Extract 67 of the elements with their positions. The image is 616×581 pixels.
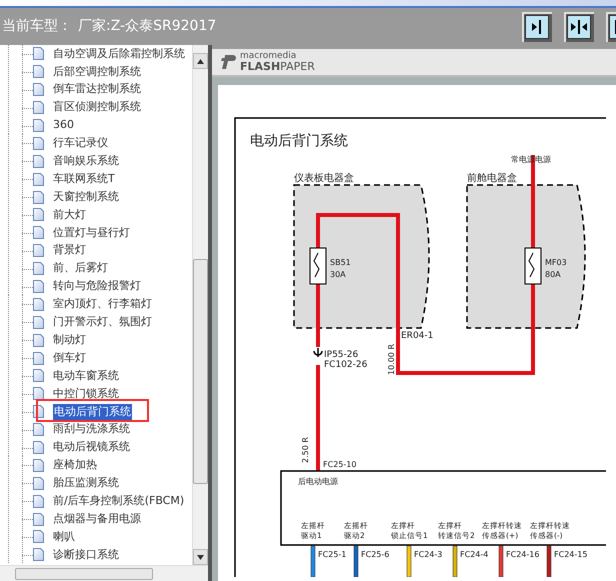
tree-item[interactable]: 雨刮与洗涤系统 <box>53 421 130 438</box>
up-arrow-icon[interactable] <box>197 58 204 64</box>
tree-item[interactable]: 诊断接口系统 <box>53 546 119 564</box>
tree-item[interactable]: 位置灯与昼行灯 <box>53 224 130 242</box>
pin-id: FC25-1 <box>318 550 346 559</box>
tree-item[interactable]: 喇叭 <box>53 528 75 546</box>
tree-item[interactable]: 前/后车身控制系统(FBCM) <box>53 492 184 510</box>
pin-id: FC24-3 <box>414 550 442 559</box>
tree-item[interactable]: 背景灯 <box>53 242 86 259</box>
model-value: 厂家:Z-众泰SR92017 <box>78 17 216 36</box>
wire-spec: 10.00 R <box>387 344 396 375</box>
fuse-id: MF03 <box>545 258 567 267</box>
fuse-box-label: 前舱电器盒 <box>467 173 517 184</box>
tree-item[interactable]: 门开警示灯、氛围灯 <box>53 314 152 331</box>
tree-item[interactable]: 座椅加热 <box>53 457 97 474</box>
pin-id: FC25-6 <box>361 550 390 559</box>
supply-label: 常电源电源 <box>511 155 551 164</box>
brand-name: macromedia <box>240 52 298 61</box>
fuse-rating: 80A <box>545 270 561 279</box>
split-view-button[interactable] <box>564 12 594 42</box>
tree-item[interactable]: 电动后背门系统 <box>53 404 132 420</box>
tree-item[interactable]: 后部空调控制系统 <box>53 64 141 80</box>
tree-item[interactable]: 音响娱乐系统 <box>53 153 119 170</box>
tree-item[interactable]: 360 <box>53 117 74 134</box>
logo-icon <box>220 55 236 69</box>
tree-item[interactable]: 车联网系统T <box>53 170 115 188</box>
tree-item[interactable]: 电动后视镜系统 <box>53 439 130 456</box>
pin-id: FC24-15 <box>554 550 588 559</box>
model-label: 当前车型： <box>2 17 72 36</box>
pin-id: FC24-4 <box>460 550 488 559</box>
tree-item[interactable]: 天窗控制系统 <box>53 188 119 206</box>
tree-item[interactable]: 前、后雾灯 <box>53 260 108 277</box>
tree-item[interactable]: 倒车灯 <box>53 350 86 366</box>
fuse-box-label: 仪表板电器盒 <box>294 173 354 184</box>
scrollbar-thumb[interactable] <box>193 259 208 484</box>
collapse-left-button[interactable] <box>522 12 552 42</box>
connector-id: FC102-26 <box>324 360 368 370</box>
wire-spec: 2.50 R <box>301 437 310 463</box>
diagram-title: 电动后背门系统 <box>250 133 348 149</box>
tree-item[interactable]: 倒车雷达控制系统 <box>53 81 141 98</box>
tree-item[interactable]: 电动车窗系统 <box>53 368 119 384</box>
fuse-rating: 30A <box>330 270 346 279</box>
fuse-symbol <box>310 248 326 284</box>
arrows-to-bar-icon <box>570 18 588 36</box>
horizontal-scrollbar[interactable] <box>0 565 208 581</box>
tree-item[interactable]: 前大灯 <box>53 206 86 224</box>
fuse-id: SB51 <box>330 258 351 267</box>
product-name: FLASHPAPER <box>240 61 315 72</box>
tree-item[interactable]: 点烟器与备用电源 <box>53 510 141 528</box>
tree-item[interactable]: 中控门锁系统 <box>53 386 119 402</box>
tree-item[interactable]: 转向与危险报警灯 <box>53 278 141 295</box>
vertical-scrollbar[interactable] <box>192 45 208 565</box>
tree-item[interactable]: 胎压监测系统 <box>53 475 119 492</box>
tree-item[interactable]: 室内顶灯、行李箱灯 <box>53 296 152 313</box>
pin-id: FC24-16 <box>506 550 540 559</box>
tree-item[interactable]: 自动空调及后除霜控制系统 <box>53 46 185 62</box>
down-arrow-icon[interactable] <box>197 554 204 560</box>
connector-icon <box>313 347 323 358</box>
tree-item[interactable]: 行车记录仪 <box>53 135 108 152</box>
tree-item[interactable]: 盲区侦测控制系统 <box>53 99 141 116</box>
scrollbar-thumb[interactable] <box>15 568 153 580</box>
fuse-symbol <box>524 248 542 284</box>
connector-id: IP55-26 <box>324 350 358 360</box>
module-label: 后电动电源 <box>298 477 338 486</box>
tree-item[interactable]: 制动灯 <box>53 332 86 348</box>
connector-id: ER04-1 <box>401 331 434 341</box>
connector-id: FC25-10 <box>323 460 356 469</box>
